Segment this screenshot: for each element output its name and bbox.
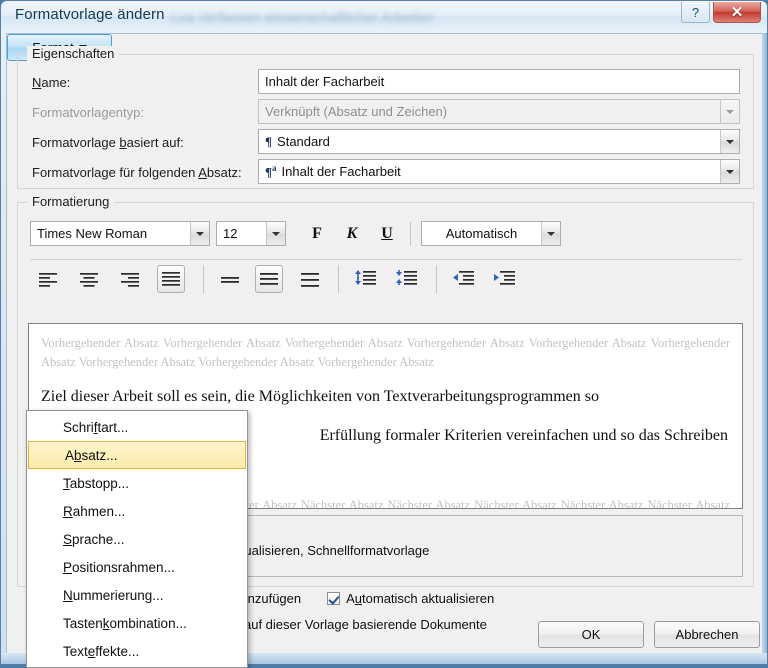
font-family-value: Times New Roman — [37, 226, 148, 241]
name-label-rest: ame: — [41, 75, 71, 90]
line-spacing-double-icon — [301, 273, 319, 287]
line-spacing-1-5-button[interactable] — [255, 265, 283, 293]
align-center-icon — [80, 273, 98, 287]
based-on-value: Standard — [277, 134, 330, 149]
align-right-icon — [121, 273, 139, 287]
line-spacing-single-icon — [221, 277, 239, 283]
formatting-group-title: Formatierung — [27, 194, 115, 209]
line-spacing-double-button[interactable] — [296, 267, 324, 293]
based-on-label-part2: asiert auf: — [126, 135, 184, 150]
close-button[interactable]: ✕ — [713, 2, 761, 23]
decrease-paragraph-spacing-button[interactable] — [393, 265, 421, 291]
menu-item-absatz[interactable]: Absatz... — [28, 441, 246, 469]
increase-paragraph-spacing-icon — [355, 270, 376, 285]
menu-item-texteffekte[interactable]: Texteffekte... — [27, 637, 247, 665]
based-on-label: Formatvorlage basiert auf: — [32, 135, 184, 150]
style-type-value: Verknüpft (Absatz und Zeichen) — [265, 104, 448, 119]
dialog-body: Eigenschaften Name: Inhalt der Facharbei… — [6, 33, 764, 668]
pilcrow-a-icon: ¶a — [265, 162, 277, 180]
template-label: auf dieser Vorlage basierende Dokumente — [244, 617, 487, 632]
font-size-combo[interactable]: 12 — [216, 221, 286, 246]
toolbar-separator — [338, 265, 339, 293]
decrease-paragraph-spacing-icon — [396, 270, 417, 285]
next-paragraph-value: Inhalt der Facharbeit — [281, 163, 401, 179]
chevron-down-icon[interactable] — [190, 222, 209, 245]
font-color-value: Automatisch — [445, 226, 518, 241]
based-on-label-part1: Formatvorlage — [32, 135, 120, 150]
window-right-edge — [762, 33, 767, 655]
menu-item-tastenkombination[interactable]: Tastenkombination... — [27, 609, 247, 637]
title-bar: Lua Verfassen wissenschaftlicher Arbeite… — [1, 1, 767, 33]
bold-button[interactable]: F — [306, 224, 328, 244]
dialog-title: Formatvorlage ändern — [15, 6, 165, 23]
menu-item-schriftart[interactable]: Schriftart... — [27, 413, 247, 441]
align-left-button[interactable] — [34, 267, 62, 293]
autoupdate-checkbox[interactable] — [327, 592, 341, 605]
style-type-combo: Verknüpft (Absatz und Zeichen) — [258, 99, 740, 124]
toolbar-divider — [30, 259, 742, 260]
autoupdate-label: Automatisch aktualisieren — [346, 591, 495, 606]
align-right-button[interactable] — [116, 267, 144, 293]
cancel-button[interactable]: Abbrechen — [654, 621, 760, 648]
next-paragraph-label-part2: bsatz: — [206, 165, 242, 180]
menu-item-rahmen[interactable]: Rahmen... — [27, 497, 247, 525]
chevron-down-icon[interactable] — [541, 222, 560, 245]
background-ghost-text: Lua Verfassen wissenschaftlicher Arbeite… — [171, 9, 434, 25]
increase-indent-button[interactable] — [491, 265, 519, 291]
menu-item-nummerierung[interactable]: Nummerierung... — [27, 581, 247, 609]
toolbar-separator — [203, 265, 204, 293]
align-left-icon — [39, 273, 57, 287]
font-size-value: 12 — [223, 226, 238, 241]
style-name-input[interactable]: Inhalt der Facharbeit — [258, 69, 740, 94]
increase-paragraph-spacing-button[interactable] — [352, 265, 380, 291]
italic-button[interactable]: K — [341, 224, 363, 244]
pilcrow-icon: ¶ — [265, 133, 273, 149]
properties-group-title: Eigenschaften — [27, 46, 120, 61]
based-on-combo[interactable]: ¶ Standard — [258, 129, 740, 154]
next-paragraph-combo[interactable]: ¶a Inhalt der Facharbeit — [258, 159, 740, 184]
help-button[interactable]: ? — [681, 2, 710, 23]
decrease-indent-icon — [453, 271, 474, 285]
decrease-indent-button[interactable] — [450, 265, 478, 291]
preview-sample-line-1: Ziel dieser Arbeit soll es sein, die Mög… — [41, 387, 600, 405]
menu-item-sprache[interactable]: Sprache... — [27, 525, 247, 553]
chevron-down-icon[interactable] — [720, 160, 739, 183]
chevron-down-icon[interactable] — [720, 130, 739, 153]
toolbar-separator — [410, 222, 411, 246]
align-justify-icon — [162, 272, 180, 286]
menu-item-tabstopp[interactable]: Tabstopp... — [27, 469, 247, 497]
next-paragraph-label: Formatvorlage für folgenden Absatz: — [32, 165, 242, 180]
font-family-combo[interactable]: Times New Roman — [30, 221, 210, 246]
underline-button[interactable]: U — [376, 224, 398, 244]
modify-style-dialog: Lua Verfassen wissenschaftlicher Arbeite… — [0, 0, 768, 668]
increase-indent-icon — [494, 271, 515, 285]
font-color-combo[interactable]: Automatisch — [421, 221, 561, 246]
preview-previous-paragraph: Vorhergehender Absatz Vorhergehender Abs… — [41, 336, 730, 370]
align-justify-button[interactable] — [157, 265, 185, 293]
next-paragraph-label-part1: Formatvorlage für folgenden — [32, 165, 199, 180]
chevron-down-icon — [720, 100, 739, 123]
name-label: Name: — [32, 75, 71, 90]
format-dropdown-menu: Schriftart... Absatz... Tabstopp... Rahm… — [26, 410, 248, 668]
ok-button[interactable]: OK — [538, 621, 644, 648]
line-spacing-single-button[interactable] — [216, 267, 244, 293]
align-center-button[interactable] — [75, 267, 103, 293]
toolbar-separator — [436, 265, 437, 293]
chevron-down-icon[interactable] — [266, 222, 285, 245]
style-type-label: Formatvorlagentyp: — [32, 105, 144, 120]
menu-item-positionsrahmen[interactable]: Positionsrahmen... — [27, 553, 247, 581]
properties-group: Eigenschaften Name: Inhalt der Facharbei… — [17, 46, 754, 189]
line-spacing-1-5-icon — [260, 273, 278, 285]
